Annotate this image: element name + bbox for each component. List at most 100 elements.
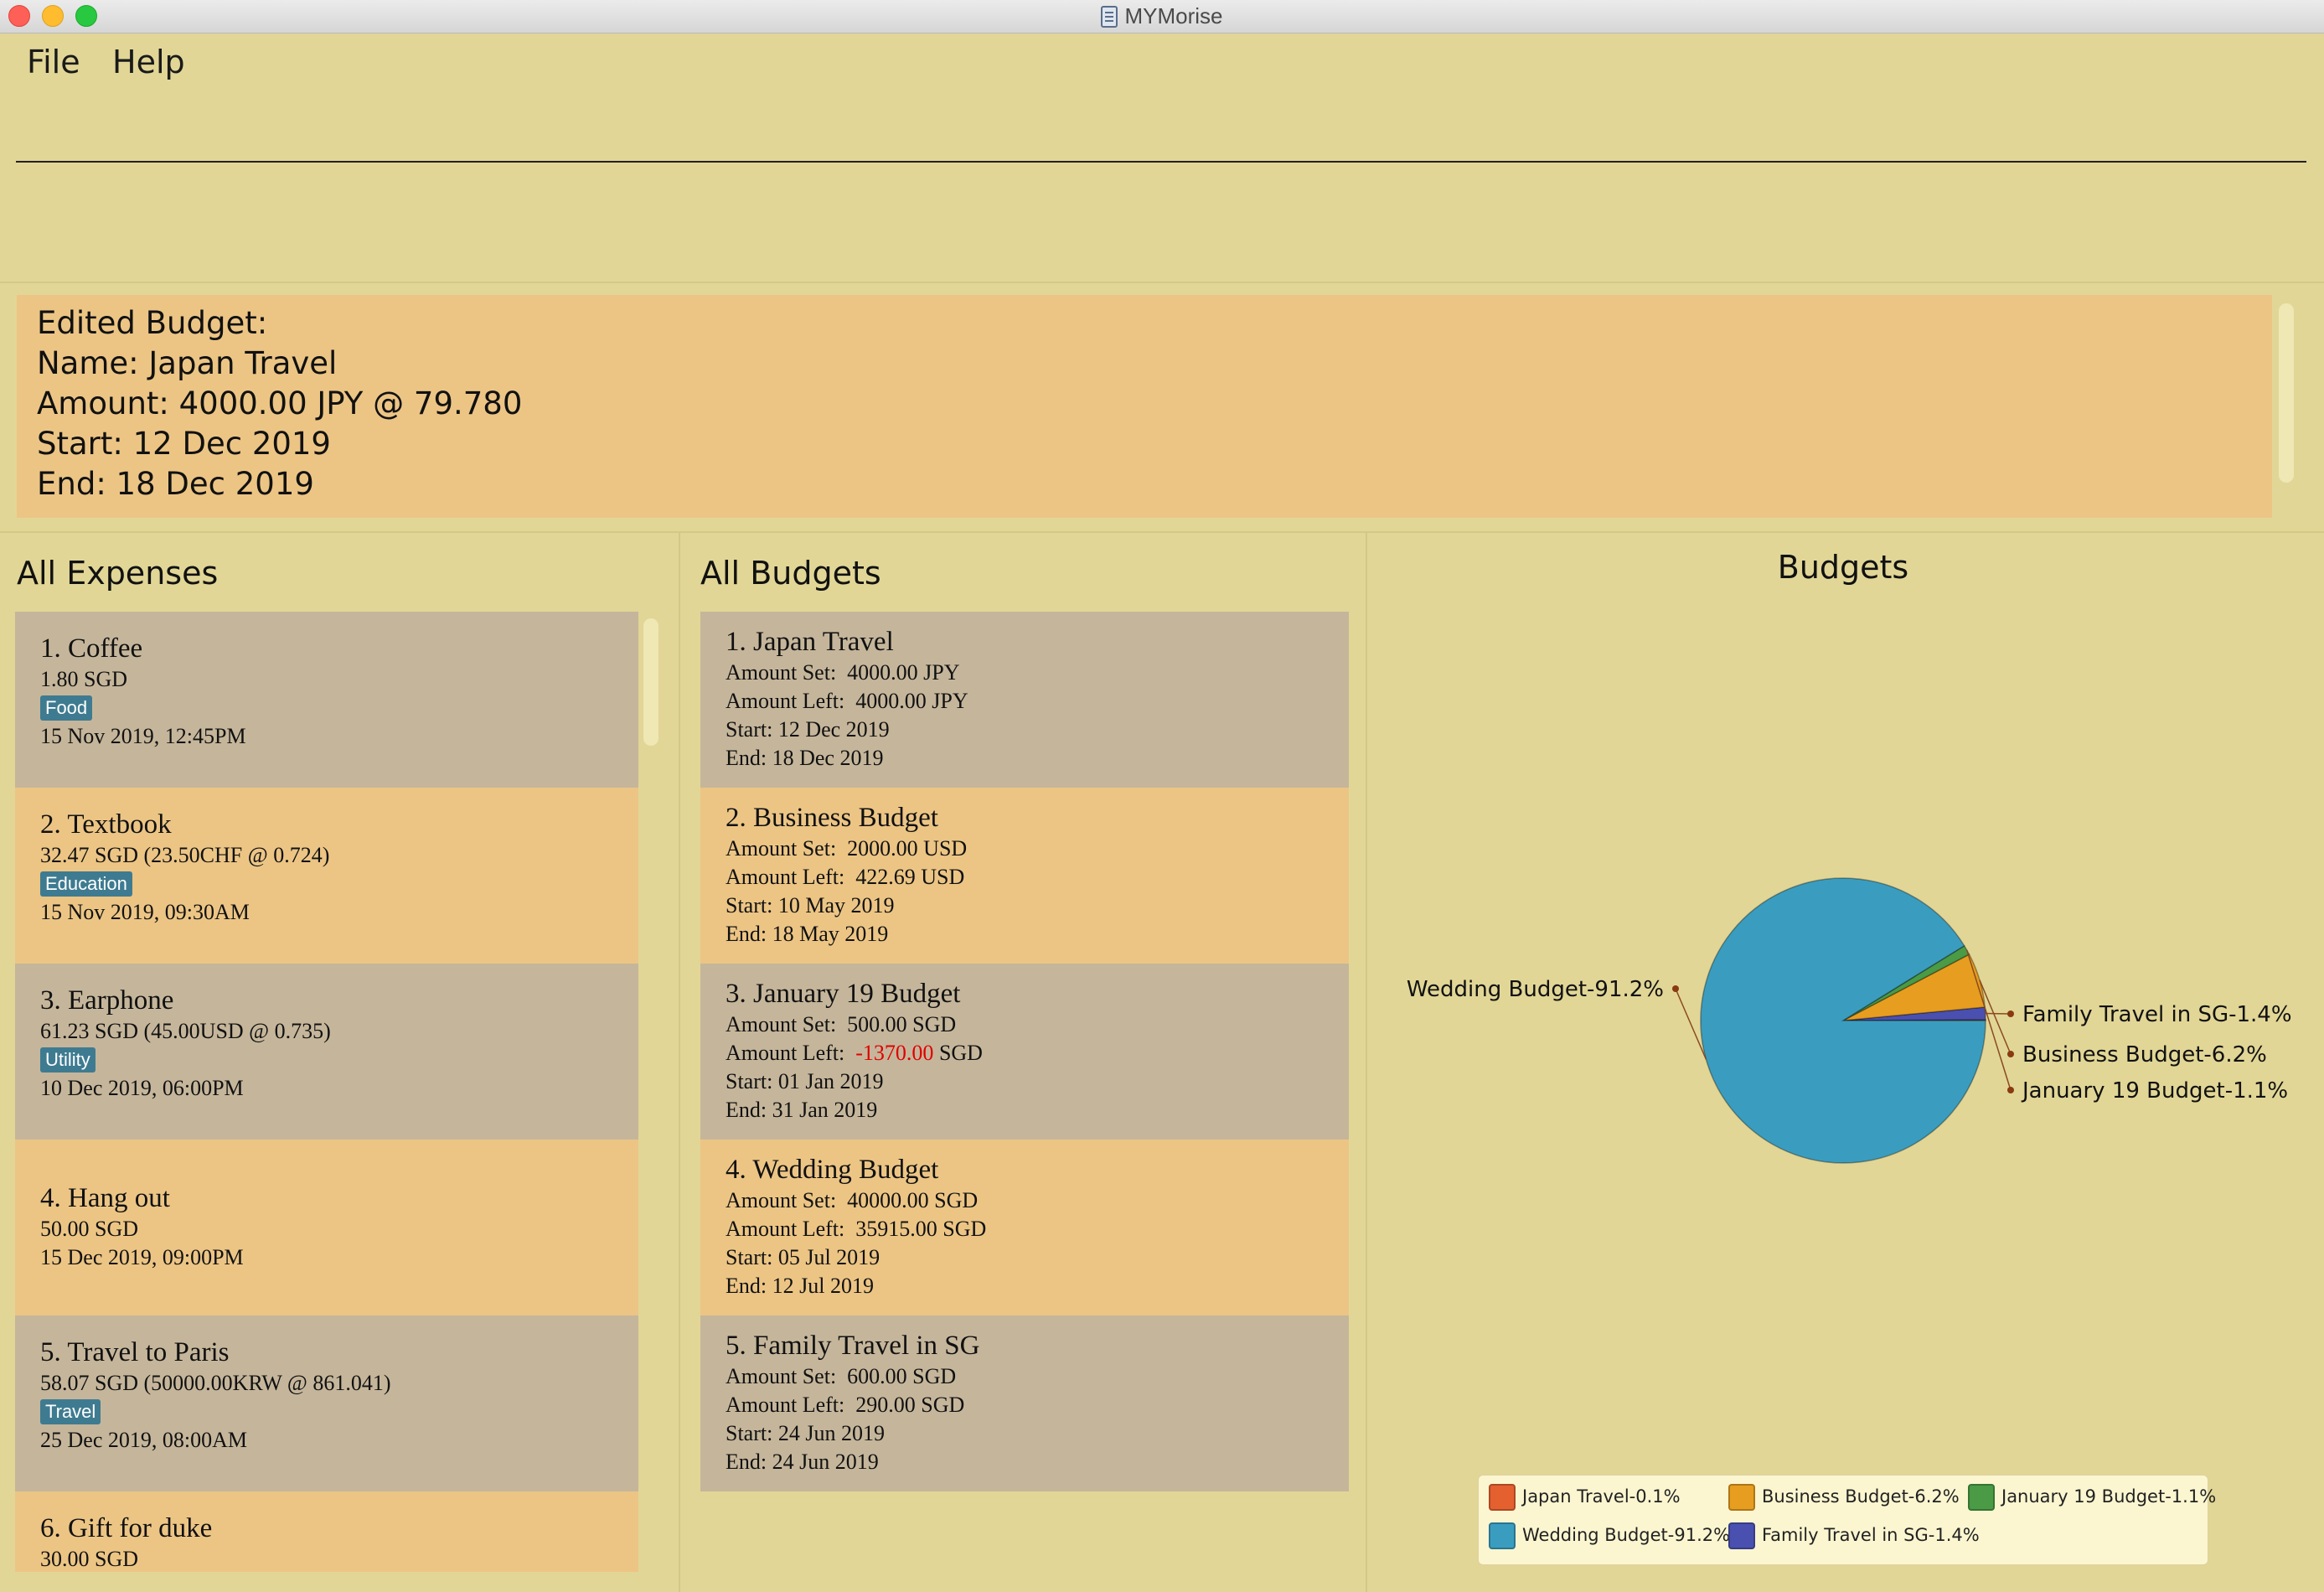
window-title-text: MYMorise [1124,3,1223,28]
budget-amount-left: Amount Left: 4000.00 JPY [726,687,1349,716]
expense-amount: 61.23 SGD (45.00USD @ 0.735) [40,1019,331,1043]
budget-name: 3. January 19 Budget [726,979,961,1009]
amount-left-value: -1370.00 [855,1041,934,1065]
expense-amount: 58.07 SGD (50000.00KRW @ 861.041) [40,1371,391,1395]
expense-amount: 1.80 SGD [40,667,128,691]
legend-swatch [1968,1484,1995,1511]
result-line: Edited Budget: [37,305,268,341]
expense-tag: Food [40,695,93,721]
menu-help[interactable]: Help [112,44,185,80]
amount-left-currency: SGD [921,1393,965,1417]
budget-end: End: 31 Jan 2019 [726,1098,878,1122]
result-display: Edited Budget: Name: Japan Travel Amount… [17,295,2272,518]
amount-left-label: Amount Left: [726,1393,845,1417]
budget-end: End: 18 May 2019 [726,922,889,946]
menu-file[interactable]: File [27,44,80,80]
legend-swatch [1728,1522,1755,1549]
budget-card[interactable]: 5. Family Travel in SG Amount Set: 600.0… [700,1315,1349,1491]
command-input[interactable] [16,94,2306,163]
budget-start: Start: 10 May 2019 [726,893,895,917]
budget-end: End: 18 Dec 2019 [726,746,884,770]
legend-item: Family Travel in SG-1.4% [1728,1522,1980,1549]
label-leader-line [1985,1012,2012,1015]
budget-card[interactable]: 1. Japan Travel Amount Set: 4000.00 JPY … [700,612,1349,788]
budget-amount-left: Amount Left: -1370.00 SGD [726,1039,1349,1067]
budget-end: End: 12 Jul 2019 [726,1274,874,1298]
column-separator [679,533,680,1592]
budget-start: Start: 01 Jan 2019 [726,1069,884,1093]
amount-set-label: Amount Set: [726,1012,837,1036]
amount-set-value: 500.00 SGD [847,1012,957,1036]
app-icon [1101,6,1118,28]
amount-left-currency: SGD [943,1217,987,1241]
expenses-panel-title: All Expenses [17,555,219,592]
expense-amount: 32.47 SGD (23.50CHF @ 0.724) [40,843,330,867]
legend-label: Business Budget-6.2% [1762,1486,1960,1507]
budget-list[interactable]: 1. Japan Travel Amount Set: 4000.00 JPY … [700,612,1349,1491]
budget-end: End: 24 Jun 2019 [726,1450,879,1474]
budget-card[interactable]: 3. January 19 Budget Amount Set: 500.00 … [700,964,1349,1140]
pie-slice [1700,877,1986,1164]
expense-list[interactable]: 1. Coffee 1.80 SGD Food 15 Nov 2019, 12:… [15,612,638,1572]
expense-date: 15 Dec 2019, 09:00PM [40,1245,244,1269]
expense-card[interactable]: 5. Travel to Paris 58.07 SGD (50000.00KR… [15,1315,638,1491]
expense-card[interactable]: 3. Earphone 61.23 SGD (45.00USD @ 0.735)… [15,964,638,1140]
result-line: Start: 12 Dec 2019 [37,426,331,462]
budgets-panel-title: All Budgets [700,555,881,592]
legend-item: Japan Travel-0.1% [1489,1484,1681,1511]
budget-start: Start: 24 Jun 2019 [726,1421,885,1445]
chart-title: Budgets [1777,549,1909,586]
result-line: Amount: 4000.00 JPY @ 79.780 [37,385,523,421]
label-marker [2007,1087,2014,1093]
legend-item: Business Budget-6.2% [1728,1484,1960,1511]
amount-set-value: 2000.00 USD [847,836,968,861]
expense-card[interactable]: 1. Coffee 1.80 SGD Food 15 Nov 2019, 12:… [15,612,638,788]
amount-set-value: 40000.00 SGD [847,1188,979,1212]
pie-slice-label: January 19 Budget-1.1% [2021,1078,2288,1104]
budget-card[interactable]: 4. Wedding Budget Amount Set: 40000.00 S… [700,1140,1349,1315]
budget-start: Start: 12 Dec 2019 [726,717,890,742]
amount-left-label: Amount Left: [726,1217,845,1241]
window-title-bar: MYMorise [0,0,2324,34]
amount-set-value: 600.00 SGD [847,1364,957,1388]
amount-left-label: Amount Left: [726,865,845,889]
menu-bar: File Help [0,34,2324,87]
amount-left-value: 422.69 [855,865,916,889]
pie-slice-label: Wedding Budget-91.2% [1407,977,1664,1002]
budget-card[interactable]: 2. Business Budget Amount Set: 2000.00 U… [700,788,1349,964]
expense-card[interactable]: 4. Hang out 50.00 SGD 15 Dec 2019, 09:00… [15,1140,638,1315]
legend-label: Family Travel in SG-1.4% [1762,1525,1980,1545]
budget-amount-set: Amount Set: 500.00 SGD [726,1011,1349,1039]
result-scrollbar[interactable] [2279,303,2294,483]
expense-date: 15 Nov 2019, 09:30AM [40,900,250,924]
legend-swatch [1489,1522,1516,1549]
amount-left-currency: USD [921,865,965,889]
legend-label: Wedding Budget-91.2% [1522,1525,1731,1545]
expense-name: 6. Gift for duke [40,1513,213,1543]
amount-set-label: Amount Set: [726,660,837,685]
budget-pie-chart: Family Travel in SG-1.4% Business Budget-… [1407,877,2292,1164]
expense-tag: Utility [40,1047,96,1073]
expense-card[interactable]: 2. Textbook 32.47 SGD (23.50CHF @ 0.724)… [15,788,638,964]
result-line: End: 18 Dec 2019 [37,466,314,502]
legend-swatch [1728,1484,1755,1511]
amount-set-value: 4000.00 JPY [847,660,960,685]
expense-amount: 50.00 SGD [40,1217,139,1241]
budget-amount-set: Amount Set: 600.00 SGD [726,1362,1349,1391]
pie-slice-label: Family Travel in SG-1.4% [2022,1002,2292,1027]
expense-amount: 30.00 SGD [40,1547,139,1571]
amount-left-label: Amount Left: [726,1041,845,1065]
budget-name: 1. Japan Travel [726,627,894,657]
expense-date: 25 Dec 2019, 08:00AM [40,1428,247,1452]
amount-left-value: 4000.00 [855,689,927,713]
expense-date: 10 Dec 2019, 06:00PM [40,1076,244,1100]
budget-amount-left: Amount Left: 290.00 SGD [726,1391,1349,1419]
expense-list-scrollbar[interactable] [643,618,658,746]
label-marker [2007,1011,2014,1017]
legend-swatch [1489,1484,1516,1511]
amount-set-label: Amount Set: [726,836,837,861]
amount-left-label: Amount Left: [726,689,845,713]
budget-amount-set: Amount Set: 4000.00 JPY [726,659,1349,687]
expense-card[interactable]: 6. Gift for duke 30.00 SGD [15,1491,638,1572]
expense-name: 5. Travel to Paris [40,1337,230,1367]
